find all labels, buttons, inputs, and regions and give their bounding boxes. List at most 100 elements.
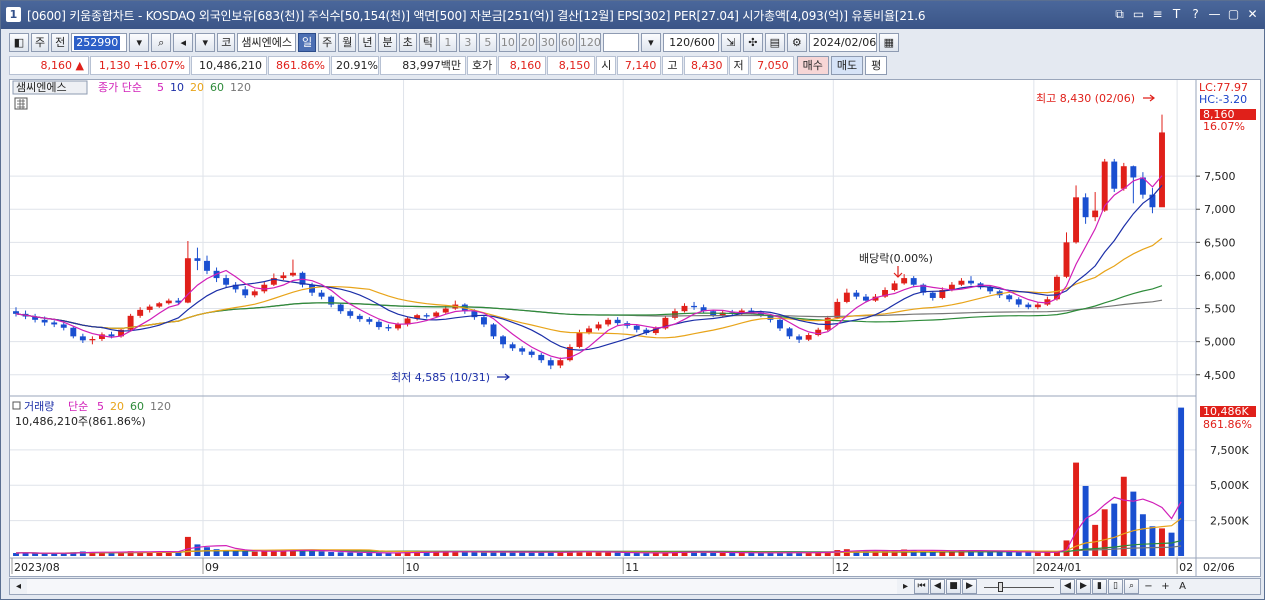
volume-tick-label: 7,500K <box>1210 444 1249 457</box>
x-axis-end-label: 02/06 <box>1203 561 1235 574</box>
toggle-left-icon[interactable]: ◀ <box>1060 579 1075 594</box>
volume-bar <box>385 553 392 556</box>
zoom-in-icon[interactable]: + <box>1157 579 1174 594</box>
search-icon[interactable]: ⌕ <box>151 32 172 52</box>
gear-icon[interactable]: ⚙ <box>786 32 807 52</box>
help-icon[interactable]: ? <box>1188 6 1203 22</box>
zoom-slider-handle[interactable] <box>998 582 1003 592</box>
ma-title: 종가 단순 <box>98 81 142 94</box>
chart-mode-dropdown[interactable]: 주 <box>31 32 50 52</box>
interval-button-120[interactable]: 120 <box>578 32 601 52</box>
period-day-button[interactable]: 일 <box>297 32 317 52</box>
interval-select[interactable] <box>602 32 639 52</box>
interval-button-60[interactable]: 60 <box>558 32 577 52</box>
period-second-button[interactable]: 초 <box>398 32 417 52</box>
auto-scale-icon[interactable]: A <box>1174 579 1191 594</box>
zoom-slider[interactable] <box>984 579 1054 594</box>
zoom-out-icon[interactable]: − <box>1140 579 1157 594</box>
interval-button-5[interactable]: 5 <box>478 32 497 52</box>
buy-button[interactable]: 매수 <box>796 55 829 75</box>
interval-button-30[interactable]: 30 <box>538 32 557 52</box>
prev-stock-button[interactable]: 전 <box>51 32 70 52</box>
stock-code-input[interactable]: 252990 <box>71 32 128 52</box>
interval-button-1[interactable]: 1 <box>438 32 457 52</box>
close-button[interactable]: ✕ <box>1245 6 1260 22</box>
vol-ma60-label: 60 <box>130 400 144 413</box>
sound-icon[interactable]: ◂ <box>173 32 194 52</box>
volume-bar <box>605 552 612 556</box>
window-layout-icon[interactable]: ◧ <box>9 32 29 52</box>
candle-body <box>519 348 526 352</box>
settings-list-icon[interactable]: ≡ <box>1150 6 1165 22</box>
candle-body <box>1015 299 1022 305</box>
volume-bar <box>1063 540 1070 556</box>
volume-bar <box>194 544 201 556</box>
candle-chart-svg[interactable]: 샘씨엔에스 종가 단순 5 10 20 60 120 LC:77.97 HC:-… <box>10 80 1260 576</box>
chevron-down-icon[interactable]: ▾ <box>195 32 216 52</box>
interval-button-10[interactable]: 10 <box>498 32 517 52</box>
period-minute-button[interactable]: 분 <box>378 32 397 52</box>
price-bar: 8,160 ▲ 1,130 +16.07% 10,486,210 861.86%… <box>9 55 1261 75</box>
volume-bar <box>309 551 316 556</box>
crosshair-icon[interactable]: ✣ <box>742 32 763 52</box>
period-week-button[interactable]: 주 <box>318 32 337 52</box>
candle-body <box>490 324 497 337</box>
sell-button[interactable]: 매도 <box>830 55 864 75</box>
window-title: [0600] 키움종합차트 - KOSDAQ 외국인보유[683(천)] 주식수… <box>27 9 926 23</box>
volume-value: 10,486,210 <box>191 55 267 75</box>
low-price: 7,050 <box>749 55 794 75</box>
candle-body <box>691 305 698 308</box>
volume-bar <box>538 552 545 556</box>
candle-body <box>595 324 602 329</box>
interval-button-20[interactable]: 20 <box>518 32 537 52</box>
scroll-left-icon[interactable]: ◂ <box>10 579 27 594</box>
candle-body <box>60 324 67 328</box>
volume-panel-icon[interactable] <box>12 401 21 410</box>
candle-body <box>289 272 296 276</box>
scroll-track[interactable] <box>27 579 897 594</box>
volume-bar <box>1006 552 1013 556</box>
interval-button-3[interactable]: 3 <box>458 32 477 52</box>
hc-label: HC:-3.20 <box>1199 93 1247 106</box>
chevron-down-icon[interactable]: ▾ <box>129 32 150 52</box>
calendar-icon[interactable]: ▦ <box>878 32 899 52</box>
chevron-down-icon[interactable]: ▾ <box>640 32 661 52</box>
bid-price: 8,150 <box>547 55 596 75</box>
zoom-in-icon[interactable]: ⇲ <box>720 32 741 52</box>
high-annotation: 최고 8,430 (02/06) <box>1036 92 1135 105</box>
date-input[interactable]: 2024/02/06 <box>808 32 877 52</box>
link-window-icon[interactable]: ▭ <box>1131 6 1146 22</box>
zoom-search-icon[interactable]: ⌕ <box>1124 579 1139 594</box>
chart-area[interactable]: 샘씨엔에스 종가 단순 5 10 20 60 120 LC:77.97 HC:-… <box>9 79 1261 577</box>
bar-icon[interactable]: ▮ <box>1092 579 1107 594</box>
tile-window-icon[interactable]: ⧉ <box>1112 6 1127 22</box>
count-input[interactable]: 120/600 <box>662 32 719 52</box>
save-icon[interactable]: ▤ <box>764 32 785 52</box>
play-back-icon[interactable]: ◀ <box>930 579 945 594</box>
chart-window: 1 [0600] 키움종합차트 - KOSDAQ 외국인보유[683(천)] 주… <box>0 0 1265 600</box>
flat-button[interactable]: 평 <box>865 55 888 75</box>
price-tick-label: 5,000 <box>1204 336 1236 349</box>
volume-bar <box>633 553 640 556</box>
split-icon[interactable]: ▯ <box>1108 579 1123 594</box>
jump-first-icon[interactable]: ⏮ <box>914 579 929 594</box>
minimize-button[interactable]: — <box>1207 6 1222 22</box>
toggle-right-icon[interactable]: ▶ <box>1076 579 1091 594</box>
scroll-right-icon[interactable]: ▸ <box>897 579 914 594</box>
candle-body <box>1073 197 1080 243</box>
toolbar: ◧ 주 전 252990 ▾ ⌕ ◂ ▾ 코 샘씨엔에스 일 주 월 년 분 초… <box>9 31 1261 53</box>
scroll-thumb[interactable] <box>27 580 45 593</box>
app-icon[interactable]: 1 <box>6 7 21 22</box>
play-forward-icon[interactable]: ▶ <box>962 579 977 594</box>
candle-body <box>843 292 850 302</box>
period-tick-button[interactable]: 틱 <box>418 32 437 52</box>
price-tick-label: 7,500 <box>1204 170 1236 183</box>
market-type-label: 코 <box>217 32 236 52</box>
font-size-icon[interactable]: T <box>1169 6 1184 22</box>
maximize-button[interactable]: ▢ <box>1226 6 1241 22</box>
chart-scrollbar[interactable]: ◂ ▸ ⏮ ◀ ■ ▶ ◀ ▶ ▮ ▯ ⌕ − + A <box>9 578 1261 595</box>
period-year-button[interactable]: 년 <box>358 32 377 52</box>
stop-icon[interactable]: ■ <box>946 579 961 594</box>
period-month-button[interactable]: 월 <box>338 32 357 52</box>
candle-body <box>395 324 401 329</box>
